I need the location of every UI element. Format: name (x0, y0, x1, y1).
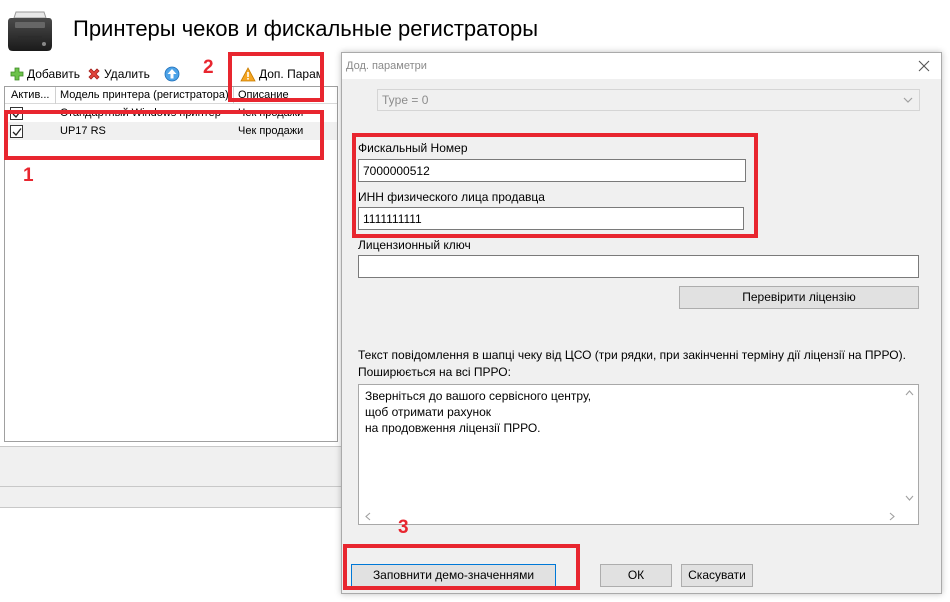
status-bar (0, 486, 345, 508)
horizontal-scrollbar[interactable] (359, 507, 918, 524)
plus-icon (10, 67, 24, 81)
cancel-button[interactable]: Скасувати (681, 564, 753, 587)
memo-line: щоб отримати рахунок (365, 405, 491, 419)
ok-button[interactable]: ОК (600, 564, 672, 587)
delete-button[interactable]: Удалить (87, 64, 150, 84)
page-title: Принтеры чеков и фискальные регистраторы (73, 16, 539, 41)
type-select-value: Type = 0 (382, 93, 429, 107)
receipt-printer-icon (8, 11, 52, 51)
annotation-number: 1 (23, 165, 34, 186)
add-button[interactable]: Добавить (10, 64, 80, 84)
delete-button-label: Удалить (104, 67, 150, 81)
move-up-button[interactable] (164, 64, 180, 84)
chevron-down-icon (903, 97, 913, 103)
annotation-box (4, 110, 324, 160)
scroll-up-icon[interactable] (905, 390, 914, 396)
memo-line: Зверніться до вашого сервісного центру, (365, 389, 592, 403)
scroll-left-icon[interactable] (365, 512, 371, 521)
message-memo[interactable]: Зверніться до вашого сервісного центру, … (358, 384, 919, 525)
annotation-box (343, 544, 580, 590)
delete-x-icon (88, 68, 100, 80)
type-select[interactable]: Type = 0 (377, 89, 920, 111)
scroll-down-icon[interactable] (905, 495, 914, 501)
dialog-title: Дод. параметри (346, 60, 427, 72)
memo-line: на продовження ліцензії ПРРО. (365, 421, 541, 435)
column-header-active[interactable]: Актив... (11, 89, 55, 101)
close-icon[interactable] (917, 59, 931, 73)
add-button-label: Добавить (27, 67, 81, 81)
scroll-right-icon[interactable] (889, 512, 895, 521)
column-header-model[interactable]: Модель принтера (регистратора) (60, 89, 230, 101)
status-panel (0, 446, 345, 486)
annotation-number: 3 (398, 517, 409, 538)
license-key-input[interactable] (358, 255, 919, 278)
bottom-panel (0, 508, 345, 602)
message-description: Текст повідомлення в шапці чеку від ЦСО … (358, 348, 906, 379)
arrow-up-icon (164, 66, 180, 82)
vertical-scrollbar[interactable] (901, 385, 918, 507)
annotation-box (228, 52, 324, 102)
column-separator[interactable] (55, 87, 56, 104)
main-header: Принтеры чеков и фискальные регистраторы (0, 0, 950, 60)
dialog-titlebar[interactable]: Дод. параметри (342, 53, 941, 79)
check-license-button[interactable]: Перевірити ліцензію (679, 286, 919, 309)
annotation-box (352, 133, 758, 238)
annotation-number: 2 (203, 57, 214, 78)
license-key-label: Лицензионный ключ (358, 238, 471, 252)
